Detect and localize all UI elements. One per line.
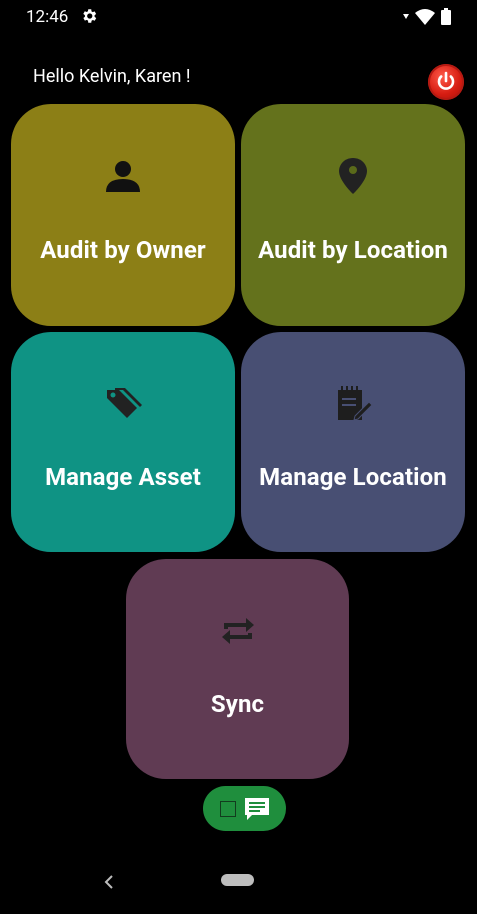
power-icon: [437, 71, 455, 90]
manage-location-label: Manage Location: [259, 463, 447, 491]
audit-by-location-tile[interactable]: Audit by Location: [241, 104, 465, 326]
nav-bar: [0, 854, 477, 914]
status-time: 12:46: [26, 7, 69, 27]
chat-checkbox: [219, 800, 236, 817]
chat-button[interactable]: [203, 786, 286, 831]
tags-icon: [107, 388, 142, 418]
status-bar: 12:46: [0, 0, 477, 34]
back-chevron-icon[interactable]: [104, 875, 114, 889]
manage-asset-tile[interactable]: Manage Asset: [11, 332, 235, 552]
logout-button[interactable]: [428, 64, 464, 100]
battery-icon: [441, 8, 451, 25]
wifi-icon: [415, 8, 435, 25]
notepad-edit-icon: [338, 386, 373, 421]
sync-label: Sync: [210, 690, 265, 718]
sync-icon: [221, 618, 254, 644]
audit-by-location-label: Audit by Location: [258, 236, 448, 264]
signal-dot-icon: [403, 13, 409, 19]
settings-icon: [83, 9, 97, 23]
person-icon: [106, 161, 140, 192]
home-pill-icon[interactable]: [221, 874, 254, 886]
greeting-text: Hello Kelvin, Karen !: [33, 66, 191, 87]
chat-message-icon: [244, 797, 269, 820]
manage-location-tile[interactable]: Manage Location: [241, 332, 465, 552]
manage-asset-label: Manage Asset: [45, 463, 201, 491]
sync-tile[interactable]: Sync: [126, 559, 349, 779]
audit-by-owner-label: Audit by Owner: [40, 236, 206, 264]
location-pin-icon: [339, 158, 367, 194]
audit-by-owner-tile[interactable]: Audit by Owner: [11, 104, 235, 326]
